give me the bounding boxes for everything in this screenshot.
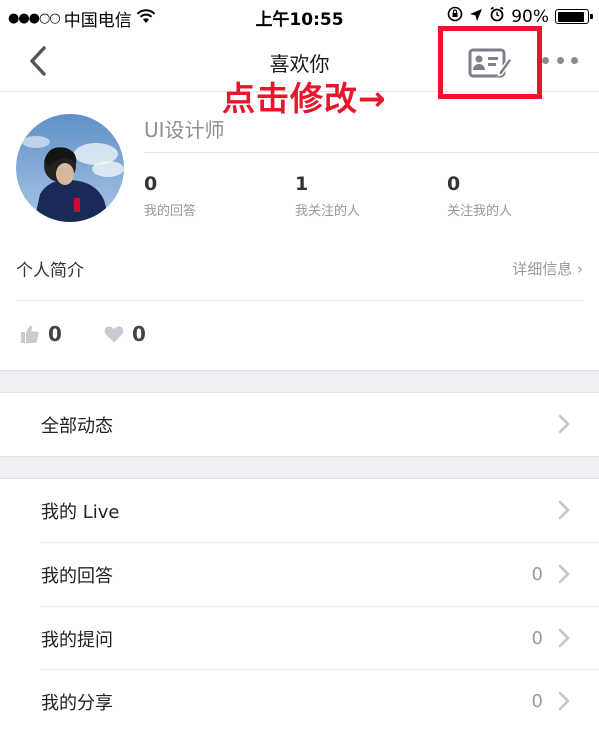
stat-followers[interactable]: 0 关注我的人	[447, 172, 512, 219]
location-arrow-icon	[469, 7, 483, 27]
profile-card-edit-icon	[468, 48, 512, 77]
my-live-row[interactable]: 我的 Live	[0, 479, 599, 542]
stat-value: 1	[295, 173, 309, 195]
chevron-right-icon	[558, 564, 570, 584]
bio-row[interactable]: 个人简介 详细信息 ›	[16, 256, 583, 282]
chevron-right-icon	[558, 414, 570, 434]
thumbs-up-count: 0	[20, 322, 62, 346]
hearts-count: 0	[104, 322, 146, 346]
avatar-image	[16, 114, 124, 222]
chevron-right-icon	[558, 628, 570, 648]
row-label: 全部动态	[41, 416, 113, 437]
section-separator	[0, 370, 599, 393]
stat-label: 我关注的人	[295, 204, 361, 219]
more-dots-icon	[542, 56, 549, 64]
stat-my-answers[interactable]: 0 我的回答	[144, 172, 196, 219]
username: UI设计师	[144, 118, 225, 142]
all-activity-row[interactable]: 全部动态	[0, 393, 599, 456]
my-questions-row[interactable]: 我的提问 0	[0, 607, 599, 670]
thumbs-up-icon	[21, 325, 39, 343]
row-count: 0	[531, 691, 543, 712]
row-label: 我的 Live	[41, 502, 120, 523]
stat-value: 0	[447, 173, 461, 195]
hearts-value: 0	[132, 322, 146, 346]
chevron-right-icon	[558, 691, 570, 711]
battery-level	[557, 11, 584, 22]
stat-label: 我的回答	[144, 204, 197, 219]
stat-value: 0	[144, 173, 158, 195]
section-separator	[0, 456, 599, 479]
chevron-right-icon	[558, 500, 570, 520]
my-shares-row[interactable]: 我的分享 0	[0, 670, 599, 733]
bio-label: 个人简介	[16, 261, 84, 281]
avatar[interactable]	[16, 114, 124, 222]
alarm-icon	[489, 6, 505, 27]
row-count: 0	[531, 564, 543, 585]
battery-percent: 90%	[511, 6, 549, 27]
divider	[16, 300, 583, 301]
row-label: 我的回答	[41, 566, 113, 587]
divider	[144, 152, 599, 153]
battery-icon	[555, 9, 593, 24]
row-label: 我的分享	[41, 693, 113, 714]
thumbs-up-value: 0	[48, 322, 62, 346]
heart-icon	[104, 326, 124, 343]
stat-following[interactable]: 1 我关注的人	[295, 172, 360, 219]
my-answers-row[interactable]: 我的回答 0	[0, 543, 599, 606]
more-button[interactable]	[542, 50, 578, 70]
annotation-callout: 点击修改→	[222, 79, 387, 118]
stat-label: 关注我的人	[447, 204, 513, 219]
rotation-lock-icon	[447, 6, 463, 27]
edit-profile-button[interactable]	[438, 26, 542, 99]
row-count: 0	[531, 628, 543, 649]
row-label: 我的提问	[41, 630, 113, 651]
bio-detail-link[interactable]: 详细信息 ›	[512, 258, 583, 279]
